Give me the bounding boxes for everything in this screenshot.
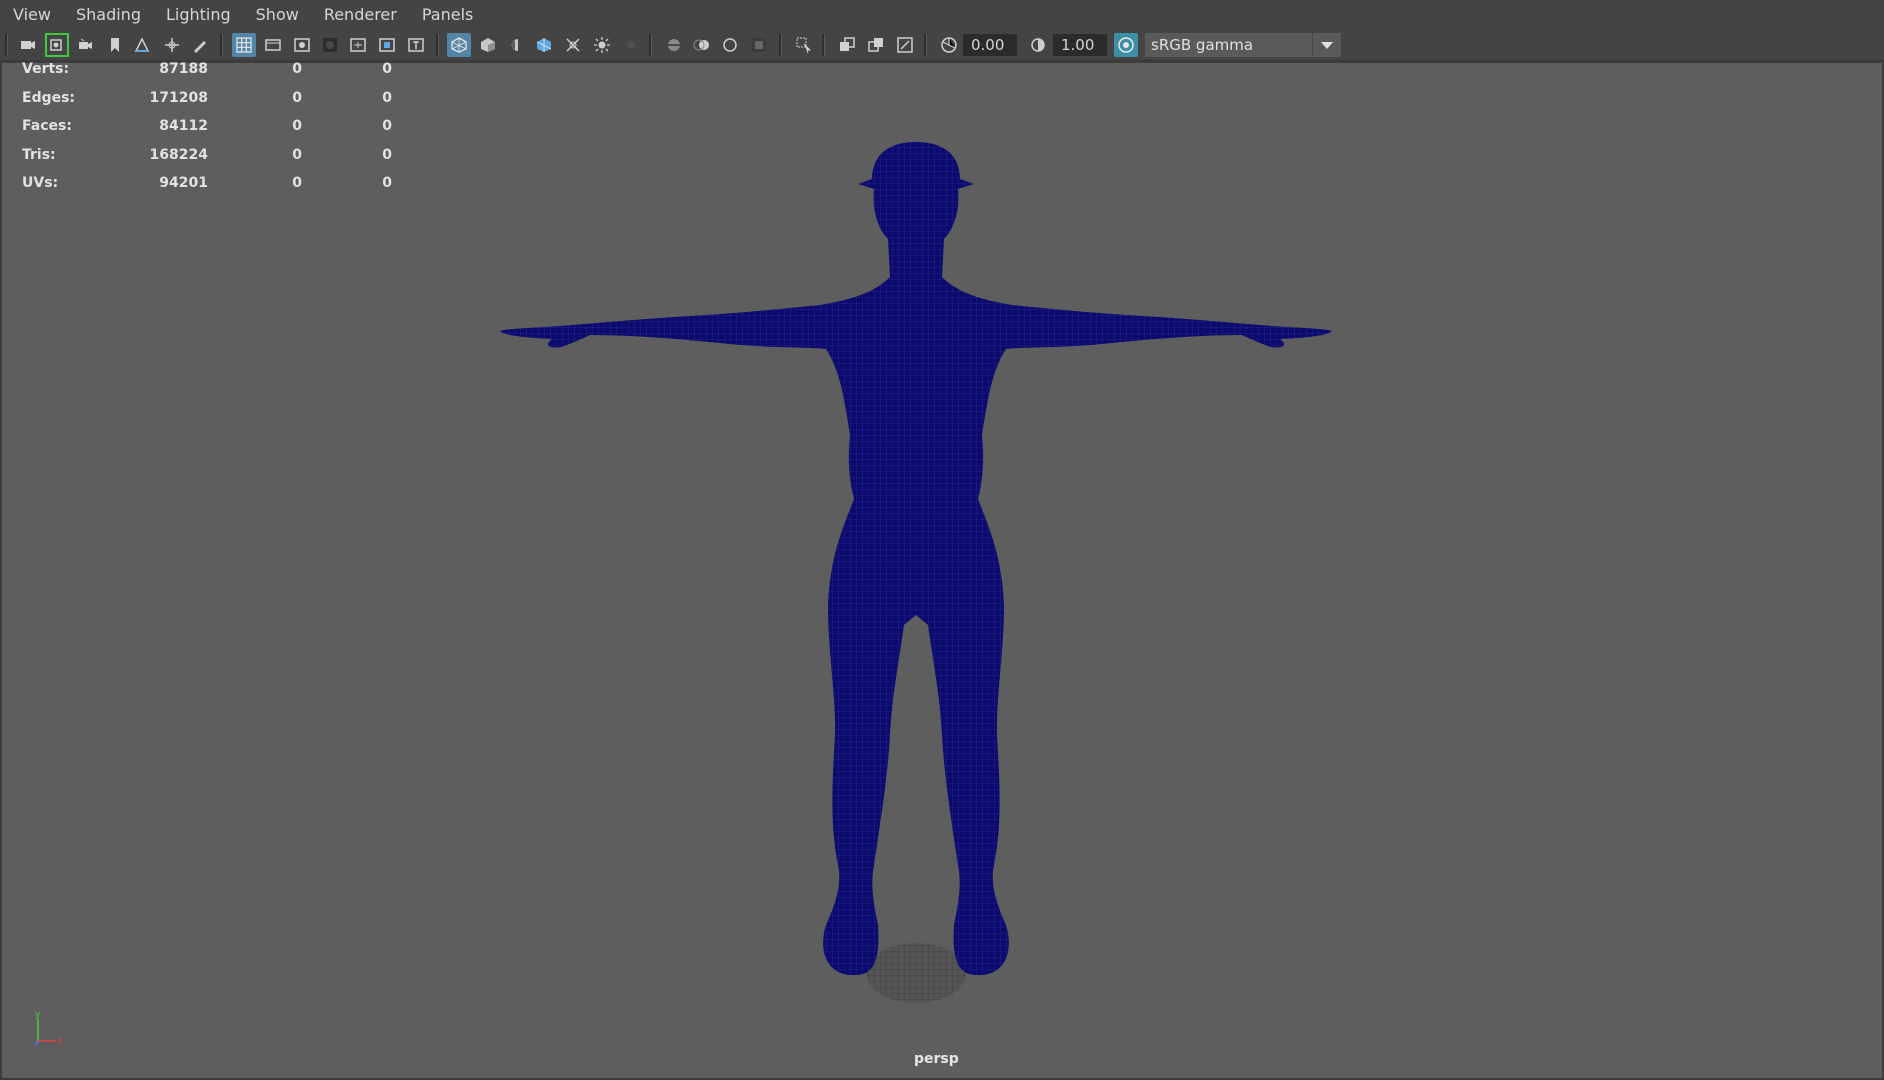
- xray-joints-icon[interactable]: [835, 33, 859, 57]
- hud-row-edges: Edges: 171208 0 0: [22, 89, 392, 119]
- menu-lighting[interactable]: Lighting: [153, 0, 243, 30]
- toolbar-separator: [436, 34, 439, 56]
- hud-label: Verts:: [22, 61, 70, 77]
- axis-y-label: y: [35, 1010, 41, 1020]
- anti-aliasing-icon[interactable]: [718, 33, 742, 57]
- menu-view[interactable]: View: [0, 0, 63, 30]
- menu-panels[interactable]: Panels: [409, 0, 486, 30]
- chevron-down-icon[interactable]: [1312, 33, 1341, 57]
- hud-value: 84112: [159, 118, 208, 134]
- hud-label: UVs:: [22, 175, 59, 191]
- toolbar-separator: [5, 34, 8, 56]
- hud-value: 0: [292, 175, 302, 191]
- hud-value: 171208: [149, 89, 208, 106]
- body-mesh: [500, 142, 1332, 976]
- bookmark-camera-icon[interactable]: [74, 33, 98, 57]
- safe-action-icon[interactable]: [375, 33, 399, 57]
- gamma-icon[interactable]: [1026, 33, 1050, 57]
- hud-label: Edges:: [22, 89, 76, 106]
- color-space-select[interactable]: sRGB gamma: [1145, 33, 1341, 57]
- hud-row-tris: Tris: 168224 0 0: [22, 146, 392, 176]
- field-chart-icon[interactable]: [346, 33, 370, 57]
- menu-show[interactable]: Show: [243, 0, 311, 30]
- hud-label: Tris:: [22, 146, 56, 163]
- hud-value: 87188: [159, 61, 208, 77]
- all-lights-icon[interactable]: [590, 33, 614, 57]
- smooth-shade-icon[interactable]: [476, 33, 500, 57]
- axis-gizmo: y x: [34, 1010, 64, 1046]
- screen-space-ao-icon[interactable]: [662, 33, 686, 57]
- hud-row-faces: Faces: 84112 0 0: [22, 118, 392, 147]
- view-transform-toggle-icon[interactable]: [1114, 33, 1138, 57]
- axis-x-label: x: [58, 1036, 64, 1046]
- safe-title-icon[interactable]: [404, 33, 428, 57]
- color-space-value: sRGB gamma: [1151, 36, 1254, 54]
- toolbar-separator: [220, 34, 223, 56]
- xray-active-icon[interactable]: [864, 33, 888, 57]
- hud-value: 0: [382, 61, 392, 77]
- gamma-field[interactable]: 1.00: [1053, 34, 1107, 56]
- toolbar-separator: [822, 34, 825, 56]
- exposure-field[interactable]: 0.00: [963, 34, 1017, 56]
- camera-attributes-icon[interactable]: [45, 33, 69, 57]
- shaded-wireframe-icon[interactable]: [532, 33, 556, 57]
- use-default-material-icon[interactable]: [503, 33, 527, 57]
- hud-value: 168224: [149, 146, 208, 163]
- hud-value: 94201: [159, 175, 208, 191]
- exposure-icon[interactable]: [937, 33, 961, 57]
- 2d-pan-zoom-icon[interactable]: [160, 33, 184, 57]
- hud-value: 0: [382, 175, 392, 191]
- hud-row-verts: Verts: 87188 0 0: [22, 61, 392, 90]
- hud-value: 0: [292, 61, 302, 77]
- hud-label: Faces:: [22, 118, 72, 134]
- toolbar-separator: [779, 34, 782, 56]
- shadows-icon[interactable]: [619, 33, 643, 57]
- menu-shading[interactable]: Shading: [63, 0, 153, 30]
- depth-of-field-icon[interactable]: [747, 33, 771, 57]
- menu-renderer[interactable]: Renderer: [311, 0, 409, 30]
- xray-icon[interactable]: [561, 33, 585, 57]
- toolbar-separator: [649, 34, 652, 56]
- hud-value: 0: [292, 146, 302, 163]
- resolution-gate-icon[interactable]: [290, 33, 314, 57]
- hud-value: 0: [292, 89, 302, 106]
- camera-name-label: persp: [914, 1051, 959, 1067]
- grid-icon[interactable]: [232, 33, 256, 57]
- wireframe-icon[interactable]: [447, 33, 471, 57]
- character-mesh[interactable]: [490, 135, 1350, 1015]
- backface-culling-icon[interactable]: [893, 33, 917, 57]
- bookmark-icon[interactable]: [103, 33, 127, 57]
- motion-blur-icon[interactable]: [690, 33, 714, 57]
- ground-patch: [866, 943, 966, 1003]
- hud-value: 0: [382, 118, 392, 134]
- poly-count-hud: Verts: 87188 0 0 Edges: 171208 0 0 Faces…: [22, 61, 392, 204]
- hud-row-uvs: UVs: 94201 0 0: [22, 175, 392, 204]
- toolbar-separator: [924, 34, 927, 56]
- grease-pencil-icon[interactable]: [188, 33, 212, 57]
- gate-mask-icon[interactable]: [318, 33, 342, 57]
- select-camera-icon[interactable]: [16, 33, 40, 57]
- isolate-select-icon[interactable]: [792, 33, 816, 57]
- film-gate-icon[interactable]: [261, 33, 285, 57]
- hud-value: 0: [382, 89, 392, 106]
- hud-value: 0: [382, 146, 392, 163]
- image-plane-icon[interactable]: [130, 33, 154, 57]
- panel-toolbar: 0.00 1.00 sRGB gamma: [0, 30, 1884, 61]
- menu-bar: View Shading Lighting Show Renderer Pane…: [0, 0, 1884, 30]
- hud-value: 0: [292, 118, 302, 134]
